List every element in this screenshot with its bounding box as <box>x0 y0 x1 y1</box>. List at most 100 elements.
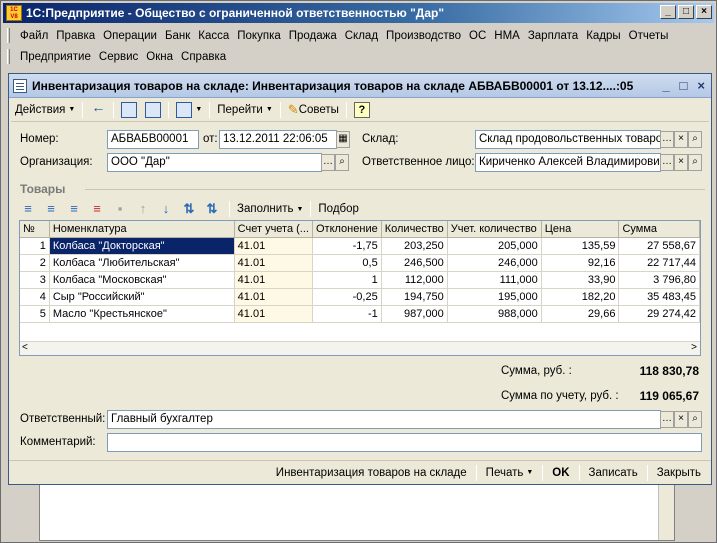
menu-file[interactable]: Файл <box>16 30 52 42</box>
responsible-input[interactable]: Главный бухгалтер <box>107 410 661 429</box>
row-nomenclature[interactable]: Колбаса "Любительская" <box>49 254 235 272</box>
row-nomenclature[interactable]: Сыр "Российский" <box>49 288 235 306</box>
minimize-button[interactable]: _ <box>660 5 676 19</box>
row-quantity[interactable]: 194,750 <box>381 288 448 306</box>
print-menu-button[interactable]: Печать ▼ <box>480 463 540 483</box>
menu-enterprise[interactable]: Предприятие <box>16 51 95 63</box>
row-price[interactable]: 29,66 <box>541 305 620 323</box>
row-quantity[interactable]: 112,000 <box>381 271 448 289</box>
doc-close-button[interactable]: × <box>697 78 705 93</box>
save-button[interactable]: Записать <box>583 463 644 483</box>
row-quantity[interactable]: 246,500 <box>381 254 448 272</box>
menu-help[interactable]: Справка <box>177 51 230 63</box>
doc-minimize-button[interactable]: _ <box>662 78 669 93</box>
row-sum[interactable]: 27 558,67 <box>618 237 700 255</box>
menu-grip[interactable] <box>7 49 10 64</box>
warehouse-input[interactable]: Склад продовольственных товаров <box>475 130 661 149</box>
end-edit-icon[interactable]: ▪ <box>111 200 129 218</box>
scroll-right-icon[interactable]: > <box>691 342 697 353</box>
select-ellipsis-icon[interactable]: … <box>660 154 674 171</box>
row-price[interactable]: 135,59 <box>541 237 620 255</box>
sort-ascending-icon[interactable]: ⇅ <box>180 200 198 218</box>
menu-purchase[interactable]: Покупка <box>233 30 284 42</box>
row-sum[interactable]: 22 717,44 <box>618 254 700 272</box>
row-account[interactable]: 41.01 <box>234 271 313 289</box>
row-nomenclature[interactable]: Колбаса "Докторская" <box>49 237 235 255</box>
clear-x-icon[interactable]: × <box>674 154 688 171</box>
clear-x-icon[interactable]: × <box>674 131 688 148</box>
close-document-button[interactable]: Закрыть <box>651 463 707 483</box>
help-button[interactable]: ? <box>350 100 374 120</box>
movements-button[interactable] <box>117 100 141 120</box>
table-row[interactable]: 1 Колбаса "Докторская" 41.01 -1,75 203,2… <box>20 237 700 255</box>
close-button[interactable]: × <box>696 5 712 19</box>
col-header-nomenclature[interactable]: Номенклатура <box>49 221 235 238</box>
select-ellipsis-icon[interactable]: … <box>660 411 674 428</box>
row-account[interactable]: 41.01 <box>234 237 313 255</box>
menu-fixed-assets[interactable]: ОС <box>465 30 490 42</box>
menu-warehouse[interactable]: Склад <box>341 30 382 42</box>
doc-maximize-button[interactable]: □ <box>680 78 688 93</box>
select-ellipsis-icon[interactable]: … <box>321 154 335 171</box>
document-titlebar[interactable]: Инвентаризация товаров на складе: Инвент… <box>9 74 711 98</box>
menu-bank[interactable]: Банк <box>161 30 194 42</box>
row-price[interactable]: 92,16 <box>541 254 620 272</box>
col-header-deviation[interactable]: Отклонение <box>312 221 382 238</box>
goods-table[interactable]: № Номенклатура Счет учета (... Отклонени… <box>19 220 701 356</box>
add-row-icon[interactable]: ≡ <box>19 200 37 218</box>
row-sum[interactable]: 3 796,80 <box>618 271 700 289</box>
select-items-button[interactable]: Подбор <box>314 199 363 219</box>
number-input[interactable]: АБВАБВ00001 <box>107 130 199 149</box>
row-account[interactable]: 41.01 <box>234 305 313 323</box>
row-quantity[interactable]: 203,250 <box>381 237 448 255</box>
post-and-close-button[interactable] <box>86 99 110 120</box>
sort-descending-icon[interactable]: ⇅ <box>203 200 221 218</box>
row-price[interactable]: 33,90 <box>541 271 620 289</box>
responsible-person-input[interactable]: Кириченко Алексей Владимирович <box>475 153 661 172</box>
table-horizontal-scrollbar[interactable]: < > <box>20 341 700 355</box>
open-search-icon[interactable]: ⌕ <box>335 154 349 171</box>
move-up-icon[interactable]: ↑ <box>134 200 152 218</box>
create-based-on-button[interactable]: ▼ <box>172 100 206 120</box>
maximize-button[interactable]: □ <box>678 5 694 19</box>
open-search-icon[interactable]: ⌕ <box>688 154 702 171</box>
edit-row-icon[interactable]: ≡ <box>65 200 83 218</box>
ok-button[interactable]: OK <box>546 463 575 483</box>
col-header-sum[interactable]: Сумма <box>618 221 700 238</box>
menu-sales[interactable]: Продажа <box>285 30 341 42</box>
menu-hr[interactable]: Кадры <box>582 30 624 42</box>
menu-reports[interactable]: Отчеты <box>625 30 673 42</box>
menu-windows[interactable]: Окна <box>142 51 177 63</box>
row-account[interactable]: 41.01 <box>234 254 313 272</box>
row-sum[interactable]: 35 483,45 <box>618 288 700 306</box>
table-row[interactable]: 5 Масло "Крестьянское" 41.01 -1 987,000 … <box>20 305 700 323</box>
table-row[interactable]: 2 Колбаса "Любительская" 41.01 0,5 246,5… <box>20 254 700 272</box>
structure-button[interactable] <box>141 100 165 120</box>
row-nomenclature[interactable]: Колбаса "Московская" <box>49 271 235 289</box>
scroll-left-icon[interactable]: < <box>22 342 28 353</box>
menu-cash[interactable]: Касса <box>194 30 233 42</box>
tips-button[interactable]: ✎ Советы <box>284 100 343 120</box>
col-header-accounted-quantity[interactable]: Учет. количество <box>447 221 542 238</box>
table-row[interactable]: 3 Колбаса "Московская" 41.01 1 112,000 1… <box>20 271 700 289</box>
goto-menu-button[interactable]: Перейти ▼ <box>213 100 277 120</box>
menu-grip[interactable] <box>7 28 10 43</box>
print-form-button[interactable]: Инвентаризация товаров на складе <box>270 463 473 483</box>
menu-production[interactable]: Производство <box>382 30 465 42</box>
menu-salary[interactable]: Зарплата <box>524 30 582 42</box>
organization-input[interactable]: ООО "Дар" <box>107 153 322 172</box>
menu-edit[interactable]: Правка <box>52 30 99 42</box>
open-search-icon[interactable]: ⌕ <box>688 411 702 428</box>
row-account[interactable]: 41.01 <box>234 288 313 306</box>
menu-operations[interactable]: Операции <box>99 30 161 42</box>
clear-x-icon[interactable]: × <box>674 411 688 428</box>
date-input[interactable]: 13.12.2011 22:06:05 <box>219 130 337 149</box>
col-header-price[interactable]: Цена <box>541 221 620 238</box>
delete-row-icon[interactable]: ≡ <box>88 200 106 218</box>
table-row[interactable]: 4 Сыр "Российский" 41.01 -0,25 194,750 1… <box>20 288 700 306</box>
row-price[interactable]: 182,20 <box>541 288 620 306</box>
row-sum[interactable]: 29 274,42 <box>618 305 700 323</box>
col-header-quantity[interactable]: Количество <box>381 221 448 238</box>
calendar-icon[interactable]: ▦ <box>336 131 350 148</box>
move-down-icon[interactable]: ↓ <box>157 200 175 218</box>
